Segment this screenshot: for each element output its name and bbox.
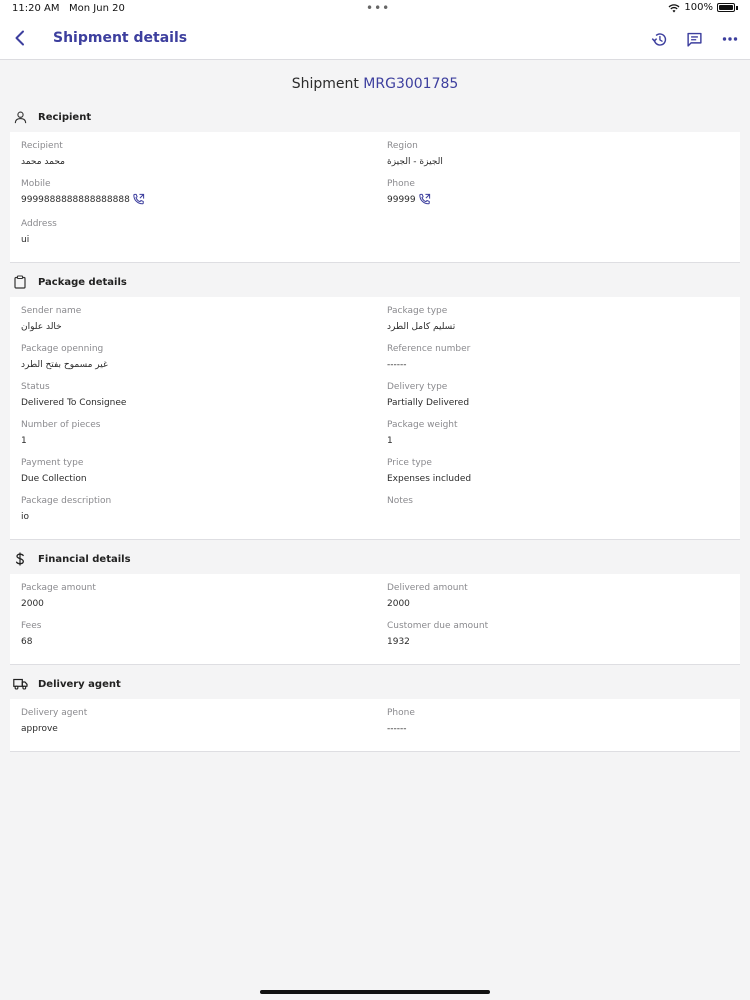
- chevron-left-icon: [15, 30, 24, 46]
- dollar-icon: [12, 551, 28, 567]
- field-recipient: Recipient محمد محمد: [21, 141, 65, 167]
- field-address: Address ui: [21, 219, 57, 245]
- more-horizontal-icon: [722, 37, 737, 41]
- field-phone: Phone 99999: [387, 176, 729, 216]
- call-phone-icon[interactable]: [418, 193, 431, 206]
- field-package-amount: Package amount 2000: [21, 583, 96, 609]
- field-package-weight: Package weight 1: [387, 420, 458, 446]
- status-time: 11:20 AM Mon Jun 20: [12, 3, 125, 14]
- history-button[interactable]: [647, 27, 672, 51]
- clipboard-icon: [12, 274, 28, 290]
- field-notes: Notes: [387, 496, 413, 506]
- wifi-icon: [668, 3, 680, 12]
- field-price-type: Price type Expenses included: [387, 458, 472, 484]
- field-sender-name: Sender name خالد علوان: [21, 306, 82, 332]
- financial-card: Package amount 2000 Delivered amount 2000 …: [10, 574, 740, 665]
- recipient-section-header: Recipient: [0, 102, 750, 132]
- comments-button[interactable]: [682, 27, 707, 51]
- home-indicator[interactable]: [260, 990, 490, 994]
- package-section-header: Package details: [0, 267, 750, 297]
- financial-section-header: Financial details: [0, 544, 750, 574]
- agent-section-header: Delivery agent: [0, 669, 750, 699]
- field-package-opening: Package openning غير مسموح بفتح الطرد: [21, 344, 108, 370]
- recipient-card: Recipient محمد محمد Region الجيزة - الجي…: [10, 132, 740, 263]
- field-region: Region الجيزة - الجيزة: [387, 141, 443, 167]
- more-options-button[interactable]: [717, 27, 742, 51]
- comment-icon: [687, 32, 702, 47]
- status-right: 100%: [668, 2, 738, 13]
- battery-icon: [717, 3, 735, 12]
- package-card: Sender name خالد علوان Package type تسليم …: [10, 297, 740, 540]
- field-delivery-type: Delivery type Partially Delivered: [387, 382, 470, 408]
- agent-card: Delivery agent approve Phone ------: [10, 699, 740, 752]
- nav-bar: Shipment details: [0, 18, 750, 60]
- shipment-id: MRG3001785: [363, 76, 459, 92]
- shipment-heading: Shipment MRG3001785: [291, 76, 459, 92]
- field-reference-number: Reference number ------: [387, 344, 471, 370]
- field-number-of-pieces: Number of pieces 1: [21, 420, 101, 446]
- field-package-type: Package type تسليم كامل الطرد: [387, 306, 456, 332]
- field-package-description: Package description io: [21, 496, 112, 522]
- truck-icon: [12, 676, 28, 692]
- call-mobile-icon[interactable]: [132, 193, 145, 206]
- field-agent-phone: Phone ------: [387, 708, 415, 734]
- status-bar: 11:20 AM Mon Jun 20 ••• 100%: [0, 0, 750, 18]
- field-mobile: Mobile 9999888888888888888: [21, 176, 387, 216]
- field-customer-due-amount: Customer due amount 1932: [387, 621, 489, 647]
- history-icon: [651, 32, 667, 46]
- battery-percent: 100%: [684, 2, 713, 13]
- field-delivered-amount: Delivered amount 2000: [387, 583, 468, 609]
- field-fees: Fees 68: [21, 621, 42, 647]
- person-icon: [12, 109, 28, 125]
- field-payment-type: Payment type Due Collection: [21, 458, 87, 484]
- multitask-dots-icon[interactable]: •••: [366, 1, 390, 15]
- page-title: Shipment details: [53, 30, 188, 46]
- back-button[interactable]: [8, 26, 32, 50]
- field-delivery-agent: Delivery agent approve: [21, 708, 88, 734]
- field-status: Status Delivered To Consignee: [21, 382, 127, 408]
- nav-actions: [647, 27, 742, 51]
